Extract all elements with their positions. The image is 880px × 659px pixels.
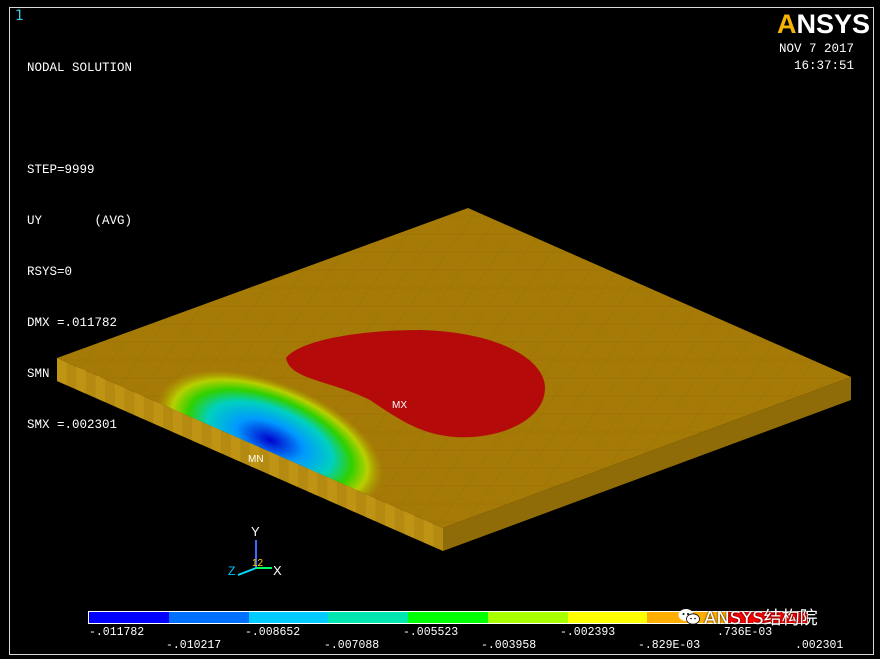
triad-center: 12 (252, 558, 264, 569)
legend-tick: -.007088 (324, 639, 380, 652)
front-stripe (172, 409, 183, 437)
front-stripe (365, 494, 376, 522)
legend-swatch (487, 612, 568, 623)
legend-swatch (168, 612, 249, 623)
front-stripe (57, 358, 67, 386)
legend-tick: -.008652 (245, 626, 301, 639)
legend-swatch (328, 612, 409, 623)
legend-swatch (408, 612, 488, 623)
front-stripe (76, 366, 86, 394)
legend-tick: -.010217 (166, 639, 222, 652)
watermark-text: ANSYS结构院 (704, 608, 818, 629)
triad-z: Z (228, 564, 235, 578)
front-stripe (134, 392, 144, 420)
front-stripe (95, 375, 106, 403)
triad-y: Y (251, 524, 260, 539)
front-stripe (385, 502, 395, 530)
front-stripe (307, 468, 318, 496)
front-stripe (230, 434, 241, 462)
legend-swatch (567, 612, 648, 623)
legend-tick: -.829E-03 (638, 639, 701, 652)
front-stripe (269, 451, 279, 479)
legend-swatch (89, 612, 169, 623)
front-stripe (211, 426, 222, 454)
front-stripe (404, 511, 415, 539)
legend-tick: -.003958 (481, 639, 537, 652)
front-stripe (423, 519, 434, 547)
wechat-icon (678, 609, 700, 625)
front-stripe (114, 383, 125, 411)
triad-x: X (273, 563, 282, 578)
front-stripe (153, 400, 164, 428)
contour-plot[interactable]: MX MN Y X Z 12 (0, 0, 880, 659)
min-label: MN (248, 454, 264, 465)
legend-tick: -.005523 (403, 626, 459, 639)
legend-swatch (248, 612, 329, 623)
watermark: ANSYS结构院 (678, 604, 818, 630)
legend-tick: .002301 (795, 639, 844, 652)
front-stripe (346, 485, 357, 513)
max-label: MX (392, 400, 407, 411)
legend-tick: -.011782 (89, 626, 145, 639)
axis-triad: Y X Z 12 (228, 524, 282, 578)
legend-tick: -.002393 (560, 626, 616, 639)
front-stripe (288, 460, 299, 488)
front-stripe (192, 417, 202, 445)
front-stripe (327, 477, 337, 505)
